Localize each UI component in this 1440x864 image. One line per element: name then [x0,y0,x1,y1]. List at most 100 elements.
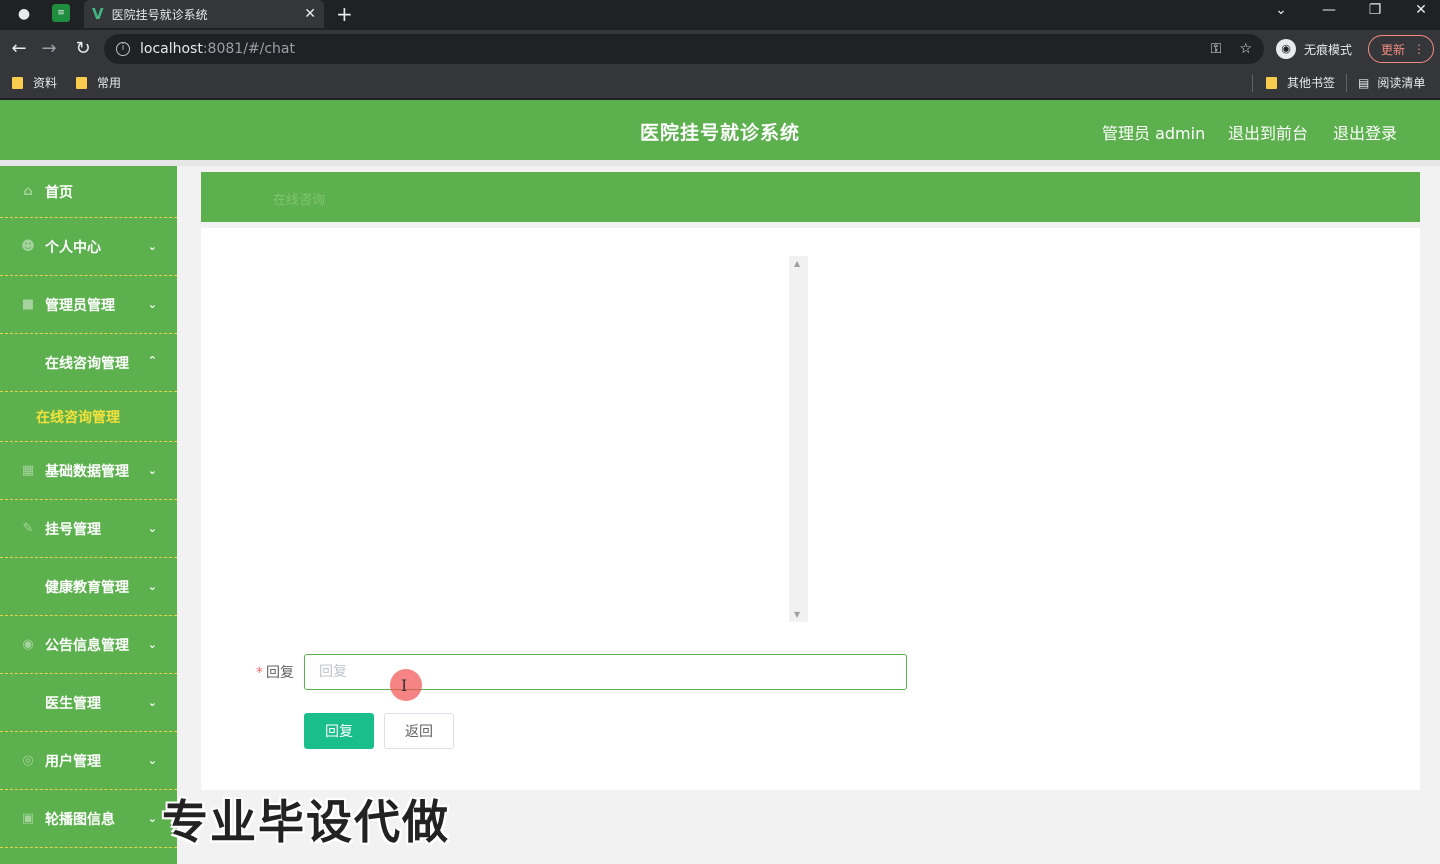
header-divider [0,160,1440,166]
tab-search-icon[interactable]: ⌄ [1266,2,1296,18]
sidebar-item-registration[interactable]: ✎ 挂号管理 ⌄ [0,500,177,558]
scroll-down-icon[interactable]: ▼ [794,610,800,619]
update-button[interactable]: 更新 ⋮ [1368,35,1434,63]
bookmark-star-icon[interactable]: ☆ [1239,41,1252,57]
chevron-up-icon: ⌃ [147,354,157,367]
restore-icon[interactable]: ❐ [1360,2,1390,18]
chevron-down-icon: ⌄ [147,580,157,593]
bookmark-other[interactable]: 其他书签 [1266,74,1335,91]
tab-title: 医院挂号就诊系统 [111,7,208,22]
browser-chrome: ● ≡ V 医院挂号就诊系统 ✕ + ⌄ — ❐ ✕ ← → ↻ i local… [0,0,1440,100]
bookmark-separator [1252,74,1253,92]
sidebar-subitem-online-consult[interactable]: 在线咨询管理 [0,392,177,442]
watermark-text: 专业毕设代做 [162,795,450,849]
reply-label-text: 回复 [266,665,294,681]
url-host: localhost [140,41,203,57]
sidebar: ⌂ 首页 ☻ 个人中心 ⌄ ■ 管理员管理 ⌄ 在线咨询管理 ⌃ 在线咨询管理 … [0,166,177,864]
reload-icon[interactable]: ↻ [72,38,94,60]
new-tab-icon[interactable]: + [336,2,353,26]
notice-icon: ◉ [22,636,34,652]
address-bar: ← → ↻ i localhost:8081/#/chat ⚿ ☆ ◉ 无痕模式… [0,30,1440,68]
sidebar-item-personal-center[interactable]: ☻ 个人中心 ⌄ [0,218,177,276]
back-button[interactable]: 返回 [384,713,454,749]
health-icon [20,579,36,595]
breadcrumb-current: 在线咨询 [273,193,326,208]
browser-menu-icon[interactable]: ● [14,4,34,24]
home-icon: ⌂ [23,183,33,199]
required-asterisk: * [256,665,263,681]
sidebar-item-base-data[interactable]: ▦ 基础数据管理 ⌄ [0,442,177,500]
tab-bar: ● ≡ V 医院挂号就诊系统 ✕ + ⌄ — ❐ ✕ [0,0,1440,28]
bookmark-label: 资料 [33,76,58,90]
sidebar-item-label: 用户管理 [45,753,101,770]
sidebar-item-label: 基础数据管理 [45,463,129,480]
sidebar-item-health-edu[interactable]: 健康教育管理 ⌄ [0,558,177,616]
sidebar-item-doctor[interactable]: 医生管理 ⌄ [0,674,177,732]
chat-card [201,228,1420,790]
registration-icon: ✎ [22,520,34,536]
minimize-icon[interactable]: — [1314,2,1344,18]
sidebar-subitem-label: 在线咨询管理 [36,409,120,426]
sidebar-item-label: 管理员管理 [45,297,115,314]
chevron-down-icon: ⌄ [147,522,157,535]
vue-logo-icon: V [92,5,104,23]
sidebar-item-label: 在线咨询管理 [45,355,129,372]
folder-icon [1266,76,1277,89]
back-icon[interactable]: ← [8,38,30,60]
user-icon: ☻ [21,238,35,254]
incognito-icon: ◉ [1276,39,1296,59]
app-header: 医院挂号就诊系统 管理员 admin 退出到前台 退出登录 [0,100,1440,160]
window-close-icon[interactable]: ✕ [1406,2,1436,18]
reply-button[interactable]: 回复 [304,713,374,749]
carousel-icon: ▣ [21,810,35,826]
exit-to-front-link[interactable]: 退出到前台 [1228,120,1308,144]
chevron-down-icon: ⌄ [147,240,157,253]
pinned-tab-icon[interactable]: ≡ [52,4,70,22]
sidebar-item-home[interactable]: ⌂ 首页 [0,166,177,218]
chevron-down-icon: ⌄ [147,464,157,477]
folder-icon [12,76,23,89]
sidebar-item-label: 医生管理 [45,695,101,712]
sidebar-item-carousel[interactable]: ▣ 轮播图信息 ⌄ [0,790,177,848]
update-label: 更新 [1381,42,1406,57]
incognito-label: 无痕模式 [1304,42,1353,57]
chat-icon [20,355,36,371]
tab-close-icon[interactable]: ✕ [304,6,316,22]
chevron-down-icon: ⌄ [147,638,157,651]
chevron-down-icon: ⌄ [147,754,157,767]
sidebar-item-label: 轮播图信息 [45,811,115,828]
sidebar-item-label: 健康教育管理 [45,579,129,596]
bookmarks-bar: 资料 常用 其他书签 ▤ 阅读清单 [0,68,1440,98]
sidebar-item-admin-manage[interactable]: ■ 管理员管理 ⌄ [0,276,177,334]
sidebar-item-user[interactable]: ◎ 用户管理 ⌄ [0,732,177,790]
sidebar-item-notice[interactable]: ◉ 公告信息管理 ⌄ [0,616,177,674]
sidebar-item-online-consult[interactable]: 在线咨询管理 ⌃ [0,334,177,392]
sidebar-item-label: 挂号管理 [45,521,101,538]
bookmark-label: 阅读清单 [1377,76,1426,90]
chat-history-scrollbar[interactable]: ▲ ▼ [789,256,808,622]
bookmark-separator [1346,74,1347,92]
incognito-indicator[interactable]: ◉ 无痕模式 [1276,38,1352,60]
chevron-down-icon: ⌄ [147,696,157,709]
browser-tab-active[interactable]: V 医院挂号就诊系统 ✕ [84,0,324,28]
data-icon: ▦ [21,462,35,478]
reply-label: * 回复 [240,662,294,682]
bookmark-folder-changyong[interactable]: 常用 [76,74,121,91]
scroll-up-icon[interactable]: ▲ [794,259,800,268]
reading-list-icon: ▤ [1358,75,1370,90]
admin-user-link[interactable]: 管理员 admin [1102,120,1205,144]
key-icon[interactable]: ⚿ [1211,41,1222,57]
users-icon: ◎ [22,752,34,768]
bookmark-folder-ziliao[interactable]: 资料 [12,74,57,91]
logout-link[interactable]: 退出登录 [1333,120,1397,144]
admin-icon: ■ [21,296,35,312]
url-field[interactable]: i localhost:8081/#/chat ⚿ ☆ [104,34,1264,64]
text-cursor-icon: I [401,676,408,695]
sidebar-item-label: 公告信息管理 [45,637,129,654]
sidebar-item-label: 首页 [45,184,73,201]
forward-icon[interactable]: → [38,38,60,60]
bookmark-label: 常用 [97,76,122,90]
more-menu-icon: ⋮ [1413,42,1425,56]
reading-list[interactable]: ▤ 阅读清单 [1358,74,1425,91]
site-info-icon[interactable]: i [116,42,130,56]
